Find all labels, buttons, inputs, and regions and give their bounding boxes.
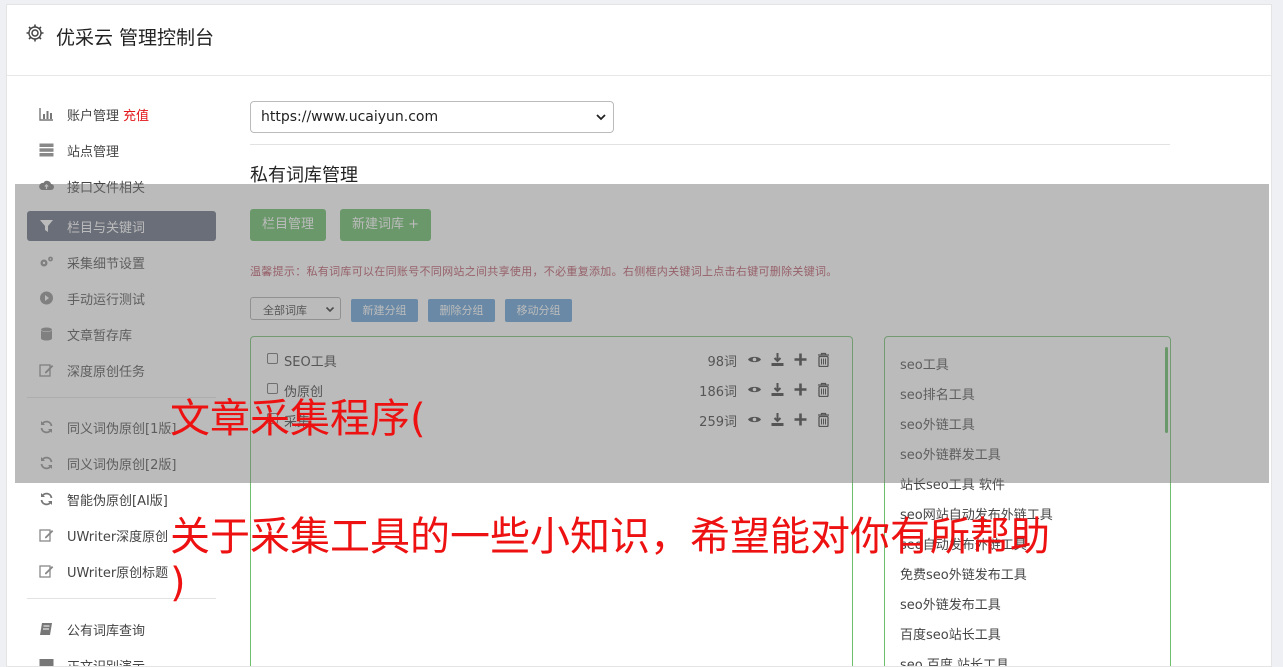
- recharge-link[interactable]: 充值: [123, 109, 149, 124]
- sidebar-item-label: UWriter深度原创: [67, 530, 169, 545]
- overlay-caption-line3: ): [170, 560, 186, 606]
- monitor-icon: [39, 659, 54, 666]
- edit-icon: [39, 565, 54, 578]
- sidebar-item-label: 正文识别演示: [67, 656, 145, 666]
- refresh-icon: [40, 492, 53, 506]
- sidebar-item-account[interactable]: 账户管理 充值: [27, 99, 216, 129]
- book-icon: [40, 623, 52, 635]
- overlay-caption-line2: 关于采集工具的一些小知识，希望能对你有所帮助: [170, 514, 1050, 560]
- sidebar-item-label: 智能伪原创[AI版]: [67, 494, 168, 509]
- sidebar-divider: [27, 598, 216, 599]
- site-select[interactable]: https://www.ucaiyun.com: [250, 101, 614, 133]
- keyword-item[interactable]: seo外链发布工具: [900, 594, 1001, 613]
- divider: [250, 144, 1170, 145]
- keyword-item[interactable]: 免费seo外链发布工具: [900, 564, 1027, 583]
- top-bar: 优采云 管理控制台: [7, 5, 1271, 76]
- chevron-down-icon: [596, 114, 606, 121]
- sidebar-item-text-recognition[interactable]: 正文识别演示: [27, 650, 216, 666]
- sidebar-item-label: 账户管理: [67, 109, 120, 124]
- sidebar-item-label: 站点管理: [67, 145, 120, 160]
- sidebar-item-label: 公有词库查询: [67, 624, 146, 639]
- sidebar-item-label: UWriter原创标题: [67, 566, 169, 581]
- gear-icon: [26, 24, 44, 42]
- edit-icon: [39, 529, 54, 542]
- bar-chart-icon: [39, 108, 53, 121]
- keyword-item[interactable]: 百度seo站长工具: [900, 624, 1001, 643]
- sidebar-item-sites[interactable]: 站点管理: [27, 135, 216, 165]
- overlay-caption-line1: 文章采集程序(: [170, 396, 426, 442]
- page-title: 优采云 管理控制台: [56, 27, 215, 49]
- server-icon: [39, 143, 54, 157]
- keyword-item[interactable]: seo 百度 站长工具: [900, 654, 1009, 666]
- sidebar-item-public-lib[interactable]: 公有词库查询: [27, 614, 216, 644]
- site-select-value: https://www.ucaiyun.com: [261, 109, 439, 125]
